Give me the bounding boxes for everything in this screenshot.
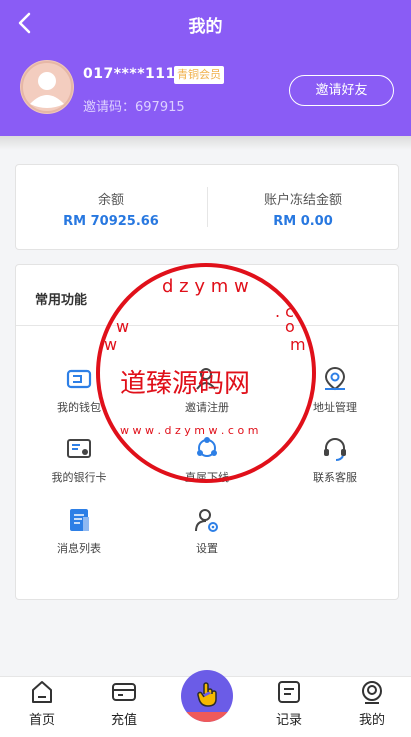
func-item-label: 直属下线 bbox=[185, 471, 229, 484]
invite-user-icon bbox=[196, 368, 216, 390]
func-item-label: 消息列表 bbox=[57, 542, 101, 555]
center-action-button[interactable] bbox=[181, 670, 233, 722]
tab-records[interactable]: 记录 bbox=[257, 677, 321, 737]
functions-card: 常用功能 我的钱包 邀请注册 地址管理 我的银行卡 直属下线 联系客服 消息列表… bbox=[15, 264, 399, 600]
message-list-icon bbox=[70, 509, 89, 531]
fab-accent bbox=[181, 712, 233, 722]
func-item-settings[interactable]: 设置 bbox=[157, 506, 257, 562]
func-item-support[interactable]: 联系客服 bbox=[285, 435, 385, 491]
func-item-label: 邀请注册 bbox=[185, 401, 229, 414]
team-network-icon bbox=[197, 437, 217, 457]
func-item-label: 我的银行卡 bbox=[51, 471, 107, 484]
member-badge: 青铜会员 bbox=[174, 66, 224, 84]
frozen-label: 账户冻结金额 bbox=[263, 193, 342, 208]
func-item-label: 我的钱包 bbox=[57, 401, 101, 414]
tab-label: 我的 bbox=[358, 713, 385, 728]
tab-label: 充值 bbox=[110, 713, 137, 728]
header-shadow bbox=[0, 136, 411, 150]
func-item-address[interactable]: 地址管理 bbox=[285, 365, 385, 421]
wallet-icon bbox=[66, 369, 92, 389]
user-profile-icon bbox=[362, 681, 382, 704]
location-pin-icon bbox=[324, 366, 346, 391]
tab-label: 首页 bbox=[28, 713, 55, 728]
wallet-card-icon bbox=[112, 683, 136, 701]
func-item-label: 联系客服 bbox=[313, 471, 357, 484]
tab-mine[interactable]: 我的 bbox=[340, 677, 404, 737]
invite-friends-button[interactable]: 邀请好友 bbox=[289, 75, 394, 106]
frozen-value: RM 0.00 bbox=[273, 214, 333, 229]
tab-label: 记录 bbox=[275, 713, 302, 728]
func-item-bank-card[interactable]: 我的银行卡 bbox=[29, 435, 129, 491]
frozen-column: 账户冻结金额 RM 0.00 bbox=[208, 189, 398, 229]
balance-card: 余额 RM 70925.66 账户冻结金额 RM 0.00 bbox=[15, 164, 399, 250]
headset-icon bbox=[324, 438, 346, 461]
record-icon bbox=[278, 681, 300, 703]
user-phone: 017****1111 bbox=[83, 66, 186, 82]
func-item-messages[interactable]: 消息列表 bbox=[29, 506, 129, 562]
user-avatar-icon bbox=[21, 61, 73, 113]
functions-title: 常用功能 bbox=[35, 293, 88, 308]
func-item-label: 地址管理 bbox=[313, 401, 357, 414]
user-settings-icon bbox=[195, 509, 218, 532]
bank-card-icon bbox=[67, 439, 91, 458]
avatar[interactable] bbox=[20, 60, 74, 114]
invite-code: 邀请码：697915 bbox=[83, 100, 185, 115]
top-bar: 我的 bbox=[0, 0, 411, 46]
hand-tap-icon bbox=[197, 682, 217, 707]
balance-label: 余额 bbox=[97, 193, 124, 208]
func-item-invite[interactable]: 邀请注册 bbox=[157, 365, 257, 421]
divider bbox=[16, 325, 398, 326]
tab-home[interactable]: 首页 bbox=[10, 677, 74, 737]
balance-column: 余额 RM 70925.66 bbox=[16, 189, 206, 229]
func-item-label: 设置 bbox=[196, 542, 218, 555]
tab-recharge[interactable]: 充值 bbox=[92, 677, 156, 737]
func-item-team[interactable]: 直属下线 bbox=[157, 435, 257, 491]
func-item-wallet[interactable]: 我的钱包 bbox=[29, 365, 129, 421]
page-title: 我的 bbox=[188, 17, 223, 37]
home-icon bbox=[32, 681, 52, 703]
balance-value: RM 70925.66 bbox=[63, 214, 159, 229]
